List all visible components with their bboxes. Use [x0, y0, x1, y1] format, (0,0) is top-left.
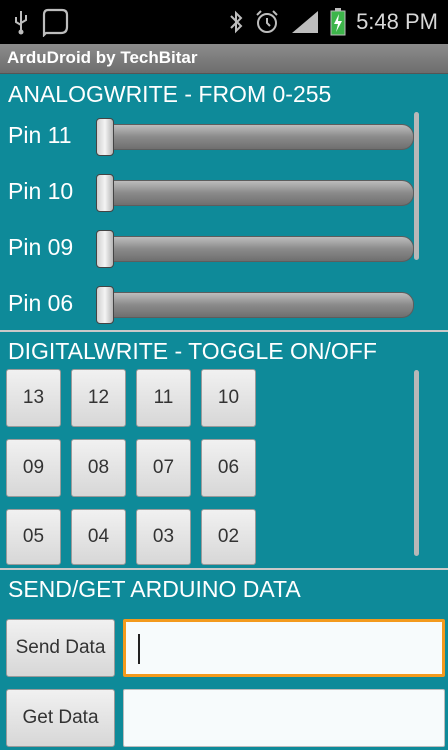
digital-scrollbar[interactable]	[414, 370, 419, 556]
signal-icon	[290, 9, 320, 35]
text-caret	[138, 634, 140, 664]
get-data-button[interactable]: Get Data	[6, 689, 115, 747]
slider-thumb[interactable]	[96, 118, 114, 156]
slider-pin-11[interactable]	[96, 124, 414, 150]
pin-10-toggle-button[interactable]: 10	[201, 369, 256, 427]
status-bar: 5:48 PM	[0, 0, 448, 44]
slider-thumb[interactable]	[96, 230, 114, 268]
pin-label: Pin 10	[8, 178, 74, 204]
pin-08-toggle-button[interactable]: 08	[71, 439, 126, 497]
chat-bubble-icon	[40, 7, 70, 37]
slider-thumb[interactable]	[96, 174, 114, 212]
pin-label: Pin 09	[8, 234, 74, 260]
pin-04-toggle-button[interactable]: 04	[71, 509, 126, 565]
slider-pin-10[interactable]	[96, 180, 414, 206]
analog-scrollbar[interactable]	[414, 112, 419, 260]
status-time: 5:48 PM	[356, 9, 438, 34]
send-data-button[interactable]: Send Data	[6, 619, 115, 677]
divider	[0, 568, 448, 570]
app-title-bar: ArduDroid by TechBitar	[0, 44, 448, 74]
analog-section-title: ANALOGWRITE - FROM 0-255	[8, 81, 332, 107]
divider	[0, 330, 448, 332]
pin-05-toggle-button[interactable]: 05	[6, 509, 61, 565]
slider-pin-09[interactable]	[96, 236, 414, 262]
pin-label: Pin 06	[8, 290, 74, 316]
pin-13-toggle-button[interactable]: 13	[6, 369, 61, 427]
get-data-field[interactable]	[123, 689, 445, 747]
pin-12-toggle-button[interactable]: 12	[71, 369, 126, 427]
slider-thumb[interactable]	[96, 286, 114, 324]
alarm-icon	[254, 9, 280, 35]
pin-label: Pin 11	[8, 122, 72, 148]
pin-06-toggle-button[interactable]: 06	[201, 439, 256, 497]
pin-11-toggle-button[interactable]: 11	[136, 369, 191, 427]
pin-09-toggle-button[interactable]: 09	[6, 439, 61, 497]
pin-07-toggle-button[interactable]: 07	[136, 439, 191, 497]
app-title: ArduDroid by TechBitar	[7, 48, 198, 67]
bluetooth-icon	[228, 9, 244, 35]
digital-section-title: DIGITALWRITE - TOGGLE ON/OFF	[8, 338, 377, 364]
slider-pin-06[interactable]	[96, 292, 414, 318]
pin-03-toggle-button[interactable]: 03	[136, 509, 191, 565]
usb-icon	[12, 9, 30, 35]
send-data-input[interactable]	[123, 619, 445, 677]
pin-02-toggle-button[interactable]: 02	[201, 509, 256, 565]
data-section-title: SEND/GET ARDUINO DATA	[8, 576, 301, 602]
battery-charging-icon	[330, 8, 346, 36]
